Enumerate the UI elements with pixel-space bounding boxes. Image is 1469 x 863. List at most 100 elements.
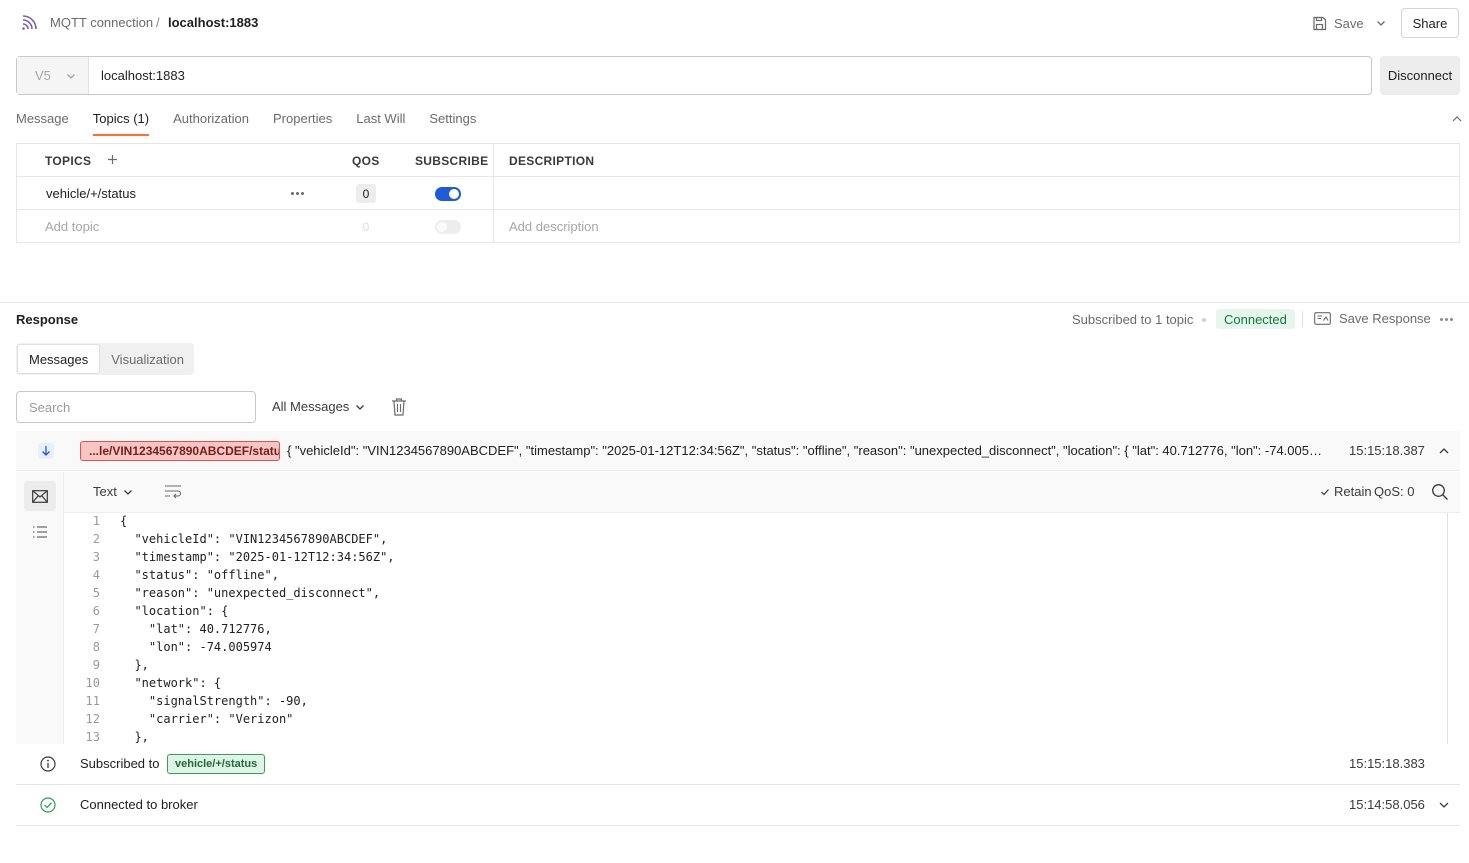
tab-messages[interactable]: Messages [17, 344, 101, 374]
line-number: 4 [92, 568, 100, 582]
code-line: "lat": 40.712776, [120, 622, 272, 636]
subscribe-toggle[interactable] [435, 187, 461, 201]
chevron-down-icon [67, 73, 75, 79]
share-button[interactable]: Share [1401, 8, 1459, 38]
message-body-button[interactable] [24, 481, 56, 511]
tab-topics[interactable]: Topics (1) [92, 110, 150, 136]
mqtt-icon [22, 15, 37, 30]
header: MQTT connection / localhost:1883 Save Sh… [0, 0, 1469, 46]
format-value: Text [93, 484, 117, 499]
message-detail-panel: Text Retain QoS: 0 1 2 3 4 5 6 7 8 9 10 11 12 13 { "… [16, 472, 1460, 744]
save-button[interactable]: Save [1306, 9, 1370, 37]
incoming-arrow-icon [38, 443, 54, 459]
message-body-editor[interactable]: 1 2 3 4 5 6 7 8 9 10 11 12 13 { "vehicleId": "VIN123… [64, 513, 1460, 744]
line-number: 12 [85, 712, 100, 726]
code-line: "vehicleId": "VIN1234567890ABCDEF", [120, 532, 388, 546]
code-line: "network": { [120, 676, 222, 690]
chevron-down-icon [356, 404, 365, 410]
log-text: Subscribed to [80, 756, 160, 771]
code-line: "signalStrength": -90, [120, 694, 308, 708]
chevron-down-icon [1377, 21, 1385, 26]
save-options-button[interactable] [1368, 9, 1394, 37]
connection-bar: V5 [16, 56, 1372, 95]
check-icon [1321, 488, 1329, 495]
url-input[interactable] [89, 57, 1371, 94]
line-number: 5 [92, 586, 100, 600]
qos-value-placeholder[interactable]: 0 [356, 217, 376, 236]
save-response-button[interactable]: Save Response [1314, 311, 1431, 326]
chevron-down-icon[interactable] [1437, 798, 1451, 812]
message-row[interactable]: ...le/VIN1234567890ABCDEF/status { "vehi… [16, 431, 1460, 471]
topics-column-header: TOPICS [45, 154, 92, 168]
search-icon[interactable] [1431, 483, 1449, 501]
log-timestamp: 15:15:18.383 [1349, 756, 1425, 771]
breadcrumb-parent[interactable]: MQTT connection [50, 15, 153, 30]
line-number: 10 [85, 676, 100, 690]
message-filter-select[interactable]: All Messages [272, 399, 365, 414]
table-row-new: Add topic 0 Add description [17, 210, 1459, 243]
add-topic-icon[interactable] [107, 154, 118, 165]
code-line: "reason": "unexpected_disconnect", [120, 586, 381, 600]
code-line: }, [120, 730, 149, 744]
line-number: 7 [92, 622, 100, 636]
log-text: Connected to broker [80, 797, 198, 812]
retain-flag: Retain [1320, 484, 1372, 499]
mqtt-version-select[interactable]: V5 [17, 57, 89, 94]
code-line: }, [120, 658, 149, 672]
section-divider [0, 302, 1469, 303]
save-response-label: Save Response [1339, 311, 1431, 326]
line-number: 11 [85, 694, 100, 708]
log-topic-chip: vehicle/+/status [167, 754, 266, 774]
tab-authorization[interactable]: Authorization [173, 110, 249, 136]
tab-message[interactable]: Message [16, 110, 69, 136]
scrollbar[interactable] [1447, 513, 1448, 744]
check-circle-icon [40, 797, 56, 813]
trash-icon[interactable] [390, 397, 408, 417]
qos-value[interactable]: 0 [356, 184, 376, 203]
code-line: "status": "offline", [120, 568, 279, 582]
subscription-count: Subscribed to 1 topic [1072, 312, 1194, 327]
more-options-icon[interactable] [1440, 312, 1456, 326]
response-view-switcher: Messages Visualization [16, 343, 194, 375]
more-options-icon[interactable] [287, 186, 307, 200]
code-line: "location": { [120, 604, 229, 618]
description-column-header: DESCRIPTION [509, 154, 595, 168]
log-timestamp: 15:14:58.056 [1349, 797, 1425, 812]
add-description-placeholder[interactable]: Add description [509, 219, 599, 234]
list-icon [33, 526, 47, 538]
request-tabs: Message Topics (1) Authorization Propert… [16, 110, 476, 136]
line-number: 13 [85, 730, 100, 744]
code-line: { [120, 514, 128, 528]
tab-last-will[interactable]: Last Will [356, 110, 405, 136]
line-number: 1 [92, 514, 100, 528]
message-topic-chip: ...le/VIN1234567890ABCDEF/status [80, 441, 280, 461]
format-select[interactable]: Text [93, 484, 133, 499]
qos-column-header: QOS [352, 154, 380, 168]
search-input[interactable] [16, 391, 256, 423]
breadcrumb-current[interactable]: localhost:1883 [168, 15, 258, 30]
tab-properties[interactable]: Properties [273, 110, 332, 136]
topic-name[interactable]: vehicle/+/status [46, 186, 136, 201]
disconnect-button[interactable]: Disconnect [1380, 56, 1460, 95]
save-icon [1313, 16, 1327, 30]
divider [1302, 311, 1303, 327]
log-row[interactable]: Connected to broker 15:14:58.056 [16, 785, 1460, 826]
line-number: 3 [92, 550, 100, 564]
table-header-row: TOPICS QOS SUBSCRIBE DESCRIPTION [17, 144, 1459, 177]
chevron-up-icon[interactable] [1450, 112, 1464, 126]
tab-settings[interactable]: Settings [429, 110, 476, 136]
message-properties-button[interactable] [24, 517, 56, 547]
retain-label: Retain [1334, 484, 1372, 499]
line-number: 6 [92, 604, 100, 618]
save-label: Save [1334, 15, 1364, 31]
info-icon [40, 756, 56, 772]
table-row: vehicle/+/status 0 [17, 177, 1459, 210]
chevron-up-icon[interactable] [1437, 444, 1451, 458]
tab-visualization[interactable]: Visualization [100, 344, 195, 374]
line-number: 9 [92, 658, 100, 672]
dot-separator [1202, 318, 1206, 322]
envelope-icon [32, 489, 48, 503]
wrap-lines-icon[interactable] [164, 484, 182, 500]
subscribe-toggle[interactable] [435, 220, 461, 234]
add-topic-placeholder[interactable]: Add topic [45, 219, 99, 234]
